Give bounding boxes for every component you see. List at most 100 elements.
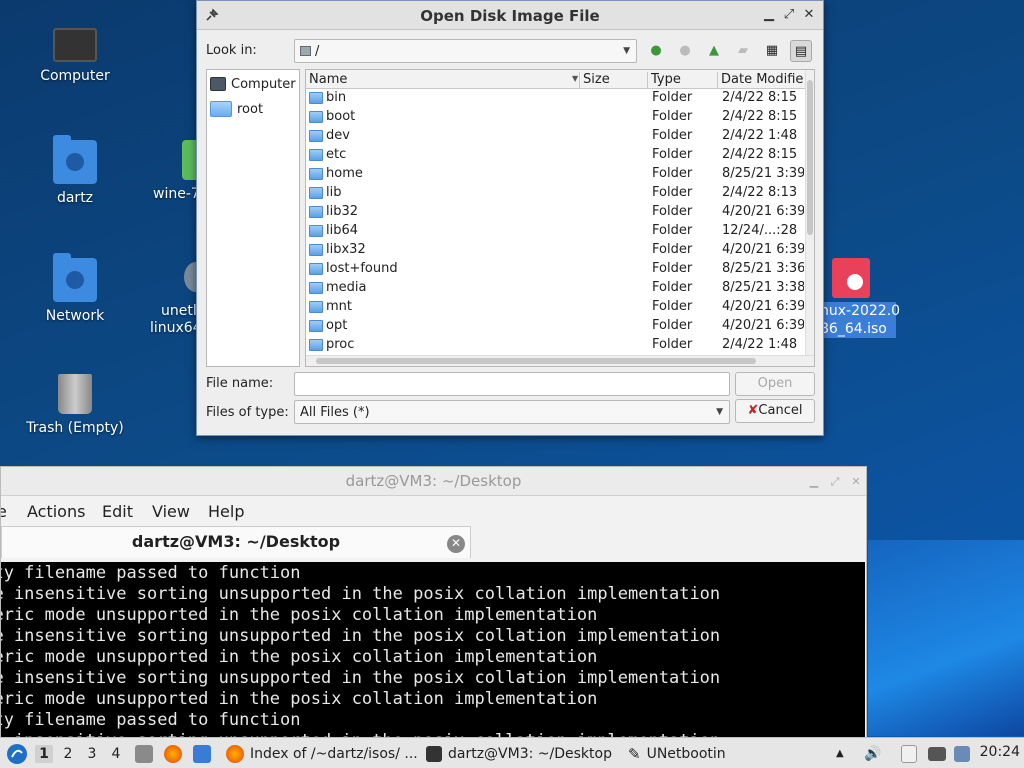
table-row[interactable]: home Folder 8/25/21 3:39 [306, 165, 806, 184]
folder-icon [309, 282, 323, 294]
close-icon[interactable]: ✕ [801, 7, 817, 23]
menu-help[interactable]: Help [208, 502, 244, 521]
task-terminal[interactable]: dartz@VM3: ~/Desktop [426, 738, 612, 768]
tray-up-arrow[interactable]: ▲ [836, 738, 844, 768]
file-name-cell: lib [326, 185, 342, 200]
app-menu-button[interactable] [6, 738, 28, 768]
table-row[interactable]: boot Folder 2/4/22 8:15 [306, 108, 806, 127]
task-label: UNetbootin [646, 745, 726, 762]
new-folder-icon[interactable]: ▰ [732, 40, 754, 62]
workspace-3[interactable]: 3 [83, 745, 101, 763]
look-in-value: / [315, 44, 320, 59]
parent-folder-icon[interactable]: ▲ [703, 40, 725, 62]
tray-updates[interactable] [954, 738, 970, 768]
sidebar-item-root[interactable]: root [210, 97, 263, 121]
clock[interactable]: 20:24 [980, 744, 1020, 760]
tray-clipboard[interactable] [901, 738, 917, 768]
desktop-icon-computer[interactable]: Computer [20, 22, 130, 85]
file-date-cell: 8/25/21 3:39 [722, 166, 804, 181]
files-of-type-combo[interactable]: All Files (*) ▼ [294, 400, 730, 424]
sidebar-item-computer[interactable]: Computer [210, 72, 296, 96]
chevron-down-icon: ▼ [716, 407, 723, 417]
workspace-1[interactable]: 1 [35, 745, 53, 763]
folder-icon [309, 301, 323, 313]
firefox-launcher[interactable] [164, 738, 182, 768]
folder-icon [309, 168, 323, 180]
table-row[interactable]: lost+found Folder 8/25/21 3:36 [306, 260, 806, 279]
cancel-button[interactable]: ✘Cancel [735, 399, 815, 423]
column-header-type[interactable]: Type [648, 72, 718, 88]
file-name-input[interactable] [294, 372, 730, 396]
task-unetbootin[interactable]: ✎ UNetbootin [628, 738, 726, 768]
folder-icon [309, 244, 323, 256]
terminal-line: ase insensitive sorting unsupported in t… [1, 626, 721, 646]
back-arrow-icon[interactable]: ● [645, 40, 667, 62]
terminal-line: umeric mode unsupported in the posix col… [1, 605, 598, 625]
table-row[interactable]: dev Folder 2/4/22 1:48 [306, 127, 806, 146]
file-list-header: Name ▼ Size Type Date Modifie [306, 70, 806, 89]
tray-network[interactable] [928, 738, 946, 768]
detail-view-icon[interactable]: ▤ [790, 40, 812, 62]
menu-edit[interactable]: Edit [102, 502, 133, 521]
workspace-2[interactable]: 2 [59, 745, 77, 763]
desktop-icon-network[interactable]: Network [20, 253, 130, 325]
tray-volume[interactable]: 🔊 [864, 738, 881, 768]
file-type-cell: Folder [652, 318, 693, 333]
list-view-icon[interactable]: ▦ [761, 40, 783, 62]
menu-file[interactable]: e [1, 502, 7, 521]
terminal-output[interactable]: mpty filename passed to function ase inse… [1, 562, 865, 737]
computer-icon [53, 28, 97, 62]
table-row[interactable]: lib64 Folder 12/24/...:28 [306, 222, 806, 241]
desktop-launcher[interactable] [193, 738, 211, 768]
sort-arrow-icon: ▼ [572, 74, 579, 83]
menu-view[interactable]: View [152, 502, 190, 521]
table-row[interactable]: lib Folder 2/4/22 8:13 [306, 184, 806, 203]
column-header-size[interactable]: Size [580, 72, 648, 88]
terminal-tab[interactable]: dartz@VM3: ~/Desktop [1, 526, 471, 558]
file-type-cell: Folder [652, 337, 693, 352]
file-date-cell: 2/4/22 1:48 [722, 337, 798, 352]
table-row[interactable]: media Folder 8/25/21 3:38 [306, 279, 806, 298]
menu-actions[interactable]: Actions [27, 502, 85, 521]
tab-close-icon[interactable]: ✕ [447, 535, 465, 553]
desktop-icon-trash[interactable]: Trash (Empty) [20, 374, 130, 437]
open-button[interactable]: Open [735, 372, 815, 396]
folder-icon [309, 225, 323, 237]
column-header-date[interactable]: Date Modifie [718, 72, 806, 88]
table-row[interactable]: proc Folder 2/4/22 1:48 [306, 336, 806, 355]
minimize-icon[interactable]: ▁ [807, 475, 821, 489]
desktop-icon-unet-label-1[interactable]: unetl [161, 303, 197, 320]
column-header-name[interactable]: Name [306, 72, 580, 88]
table-row[interactable]: mnt Folder 4/20/21 6:39 [306, 298, 806, 317]
folder-icon [309, 339, 323, 351]
table-row[interactable]: lib32 Folder 4/20/21 6:39 [306, 203, 806, 222]
workspace-4[interactable]: 4 [107, 745, 125, 763]
table-row[interactable]: bin Folder 2/4/22 8:15 [306, 89, 806, 108]
file-date-cell: 2/4/22 1:48 [722, 128, 798, 143]
taskbar: 1 2 3 4 Index of /~dartz/isos/ ... dartz… [0, 737, 1024, 768]
forward-arrow-icon[interactable]: ● [674, 40, 696, 62]
terminal-titlebar[interactable]: dartz@VM3: ~/Desktop ▁ ⤢ ✕ [1, 467, 866, 496]
desktop-icon-home[interactable]: dartz [20, 135, 130, 207]
maximize-icon[interactable]: ⤢ [828, 475, 842, 489]
desktop-icon-unet-label-2[interactable]: linux64 [150, 320, 202, 337]
dialog-titlebar[interactable]: Open Disk Image File ▁ ⤢ ✕ [197, 1, 823, 30]
look-in-combo[interactable]: / ▼ [294, 39, 637, 63]
files-launcher[interactable] [135, 738, 153, 768]
terminal-line: mpty filename passed to function [1, 710, 301, 730]
task-firefox[interactable]: Index of /~dartz/isos/ ... [226, 738, 418, 768]
table-row[interactable]: libx32 Folder 4/20/21 6:39 [306, 241, 806, 260]
close-icon[interactable]: ✕ [849, 475, 863, 489]
file-type-cell: Folder [652, 90, 693, 105]
vertical-scrollbar[interactable] [805, 70, 814, 355]
desktop-icon-wine-label[interactable]: wine-7 [153, 186, 200, 203]
table-row[interactable]: etc Folder 2/4/22 8:15 [306, 146, 806, 165]
terminal-tabbar: dartz@VM3: ~/Desktop [1, 526, 866, 558]
maximize-icon[interactable]: ⤢ [781, 7, 797, 23]
table-row[interactable]: opt Folder 4/20/21 6:39 [306, 317, 806, 336]
file-type-cell: Folder [652, 280, 693, 295]
horizontal-scrollbar[interactable] [306, 355, 814, 366]
desktop-icon-iso[interactable]: nux-2022.0 86_64.iso [818, 258, 900, 338]
minimize-icon[interactable]: ▁ [761, 7, 777, 23]
folder-icon [309, 320, 323, 332]
